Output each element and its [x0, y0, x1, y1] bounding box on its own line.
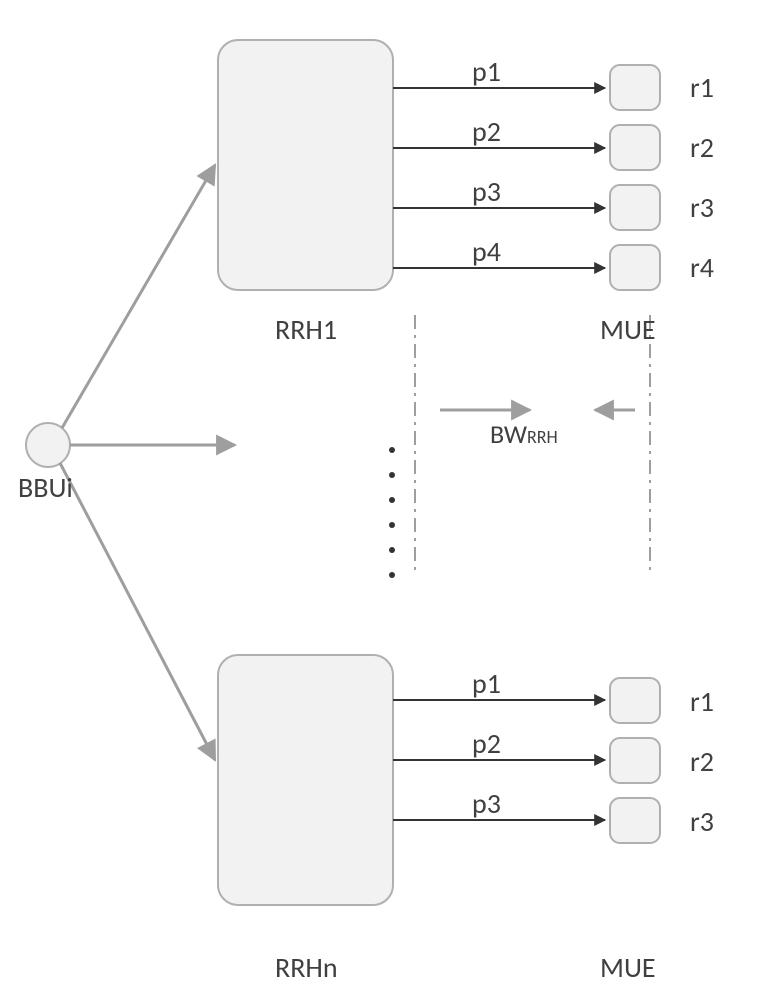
rrh1-p3-label: p3	[472, 174, 501, 209]
rrh1-r1-label: r1	[690, 70, 714, 105]
rrh1-r3-label: r3	[690, 190, 714, 225]
bbu-node	[26, 423, 70, 467]
rrh1-p1-label: p1	[472, 54, 501, 89]
rrhn-box	[218, 655, 393, 905]
bw-base: BW	[490, 418, 527, 450]
bbu-label: BBUi	[18, 470, 73, 505]
bw-sub: RRH	[527, 426, 558, 448]
rrh1-mue-r3	[610, 185, 660, 230]
rrhn-r2-label: r2	[690, 744, 714, 779]
rrhn-label: RRHn	[275, 950, 338, 985]
rrhn-mue-r1	[610, 678, 660, 723]
rrhn-mue-r2	[610, 738, 660, 783]
diagram-canvas	[0, 0, 784, 1000]
rrh1-mue-r2	[610, 125, 660, 170]
link-bbu-rrh1	[62, 165, 215, 428]
rrh1-r2-label: r2	[690, 130, 714, 165]
rrh1-mue-r4	[610, 245, 660, 290]
rrhn-p2-label: p2	[472, 726, 501, 761]
rrh1-box	[218, 40, 393, 290]
mue-bottom-label: MUE	[600, 950, 656, 985]
mue-top-label: MUE	[600, 312, 656, 347]
rrhn-p3-label: p3	[472, 786, 501, 821]
rrh1-p4-label: p4	[472, 234, 501, 269]
dots-between	[389, 447, 395, 578]
rrhn-mue-r3	[610, 798, 660, 843]
rrh1-r4-label: r4	[690, 250, 714, 285]
rrhn-r3-label: r3	[690, 804, 714, 839]
rrh1-mue-r1	[610, 65, 660, 110]
rrhn-p1-label: p1	[472, 666, 501, 701]
rrh1-label: RRH1	[275, 312, 337, 347]
bw-label: BWRRH	[490, 418, 558, 450]
link-bbu-rrhn	[60, 463, 215, 760]
rrh1-p2-label: p2	[472, 114, 501, 149]
rrhn-r1-label: r1	[690, 684, 714, 719]
